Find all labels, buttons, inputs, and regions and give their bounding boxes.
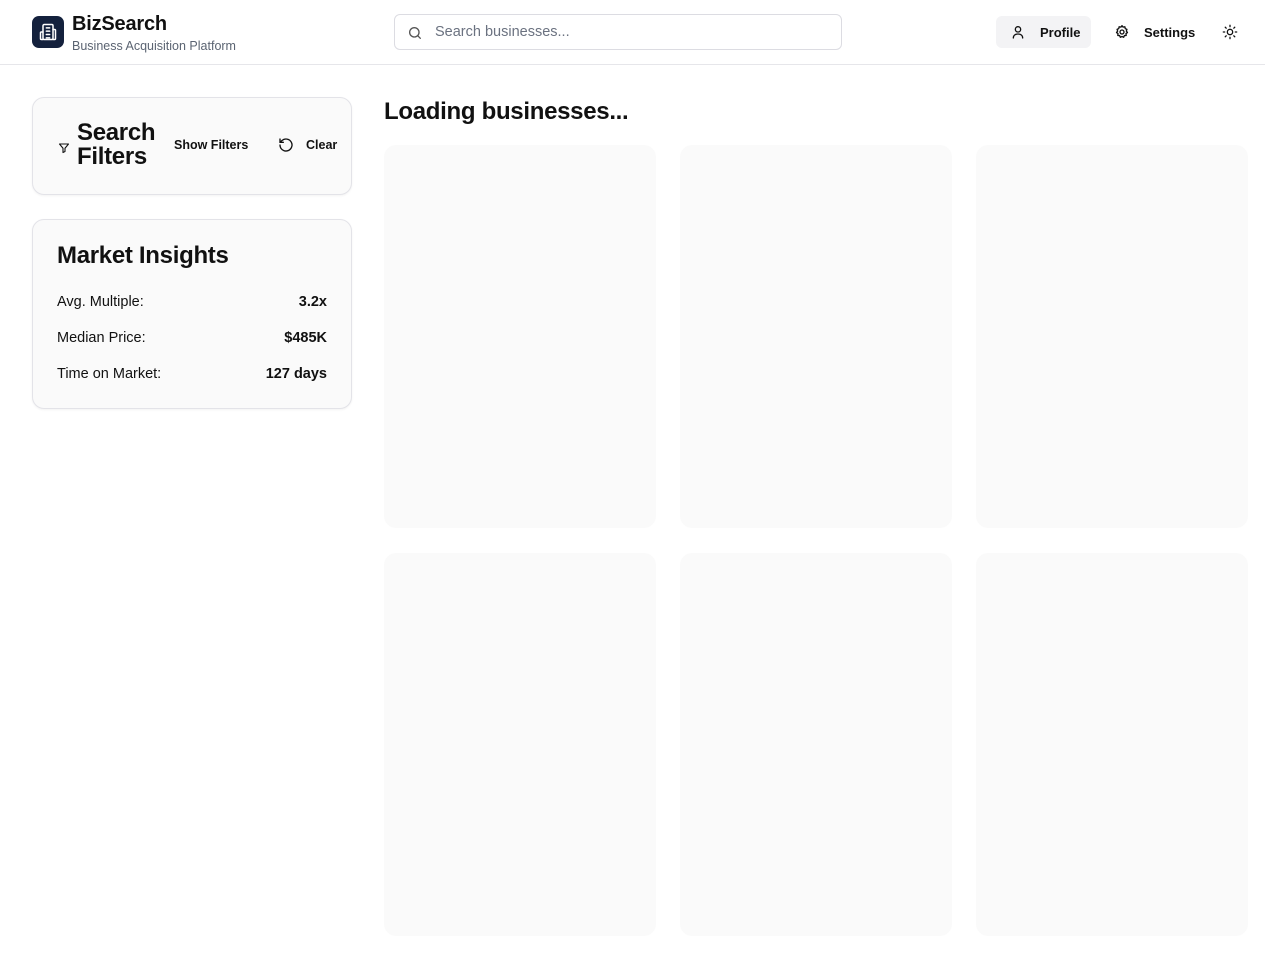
settings-label: Settings [1144, 24, 1196, 40]
search-icon [407, 25, 423, 41]
search-filters-card: Search Filters Show Filters Clear [32, 97, 352, 195]
filters-title: Search Filters [77, 119, 156, 170]
insights-title: Market Insights [57, 242, 229, 269]
theme-toggle-button[interactable] [1214, 16, 1246, 48]
business-card-skeleton [384, 145, 656, 528]
insight-value: $485K [284, 330, 327, 346]
insight-row: Avg. Multiple: 3.2x [57, 292, 327, 312]
business-card-skeleton [680, 145, 952, 528]
settings-button[interactable]: Settings [1104, 16, 1204, 48]
insight-label: Median Price: [57, 330, 146, 346]
reset-icon [278, 137, 294, 153]
brand-subtitle: Business Acquisition Platform [72, 39, 236, 53]
gear-icon [1114, 24, 1130, 40]
sun-icon [1222, 24, 1238, 40]
business-card-skeleton [976, 553, 1248, 936]
profile-button[interactable]: Profile [996, 16, 1091, 48]
business-card-skeleton [384, 553, 656, 936]
insight-row: Time on Market: 127 days [57, 364, 327, 384]
search-bar [394, 14, 842, 50]
brand-name: BizSearch [72, 13, 167, 35]
insight-value: 127 days [265, 366, 327, 382]
user-icon [1010, 24, 1026, 40]
search-input[interactable] [435, 15, 831, 49]
market-insights-card: Market Insights Avg. Multiple: 3.2x Medi… [32, 219, 352, 409]
insight-value: 3.2x [298, 294, 327, 310]
business-card-skeleton [976, 145, 1248, 528]
business-card-skeleton [680, 553, 952, 936]
loading-title: Loading businesses... [384, 98, 629, 125]
insight-label: Avg. Multiple: [57, 294, 144, 310]
show-filters-button[interactable]: Show Filters [174, 138, 248, 152]
top-header: BizSearch Business Acquisition Platform … [0, 0, 1265, 65]
insight-row: Median Price: $485K [57, 328, 327, 348]
building-icon[interactable] [32, 16, 64, 48]
clear-filters-button[interactable]: Clear [278, 137, 337, 153]
clear-label: Clear [306, 138, 338, 152]
profile-label: Profile [1040, 24, 1081, 40]
insight-label: Time on Market: [57, 366, 162, 382]
filter-icon [58, 141, 70, 154]
